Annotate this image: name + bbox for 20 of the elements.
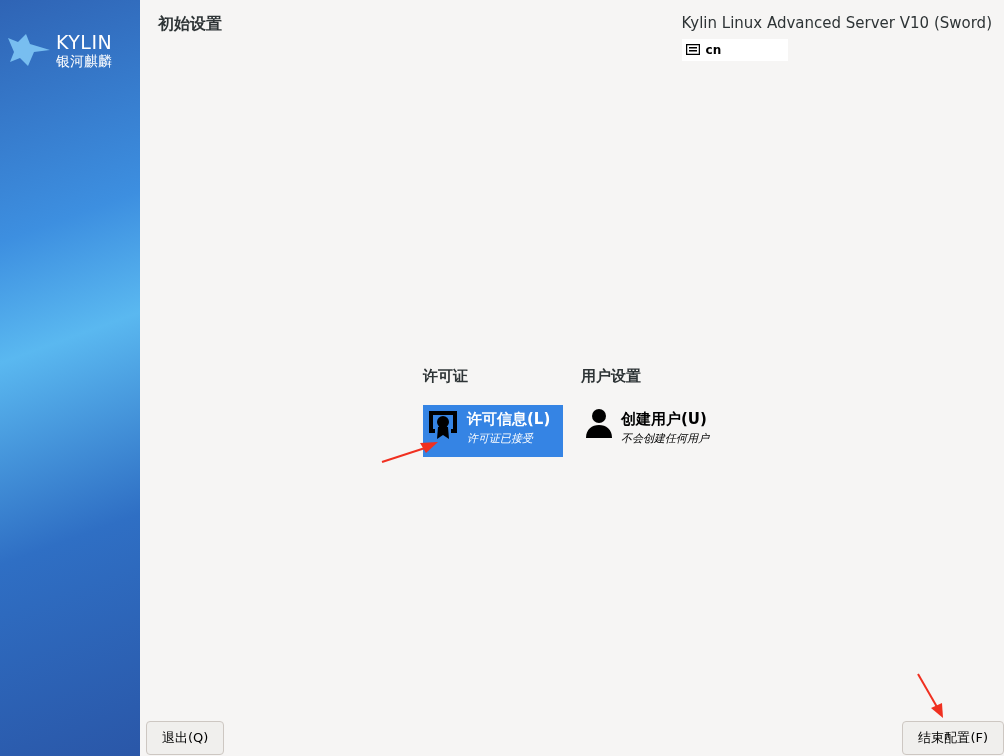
keyboard-icon (685, 44, 700, 55)
spoke-item[interactable]: 创建用户(U) 不会创建任何用户 (581, 405, 721, 457)
spoke-label: 许可信息(L) (467, 409, 551, 430)
logo-subtitle: 银河麒麟 (56, 53, 113, 68)
spoke-label: 创建用户(U) (621, 409, 708, 430)
finish-button[interactable]: 结束配置(F) (902, 721, 1004, 755)
keyboard-layout-indicator[interactable]: cn (681, 38, 788, 61)
annotation-arrow (916, 672, 946, 720)
page-title: 初始设置 (158, 13, 222, 35)
category-title: 用户设置 (581, 365, 642, 387)
spoke-status: 许可证已接受 (467, 430, 535, 447)
spoke-item[interactable]: 许可信息(L) 许可证已接受 (423, 405, 563, 457)
keyboard-layout-text: cn (705, 41, 722, 59)
logo-text: KYLIN (56, 32, 113, 52)
user-icon (585, 408, 613, 438)
quit-button[interactable]: 退出(Q) (146, 721, 225, 755)
category-title: 许可证 (423, 365, 469, 387)
spoke-status: 不会创建任何用户 (621, 430, 709, 447)
certificate-icon (427, 408, 459, 440)
product-name: Kylin Linux Advanced Server V10 (Sword) (681, 13, 992, 34)
